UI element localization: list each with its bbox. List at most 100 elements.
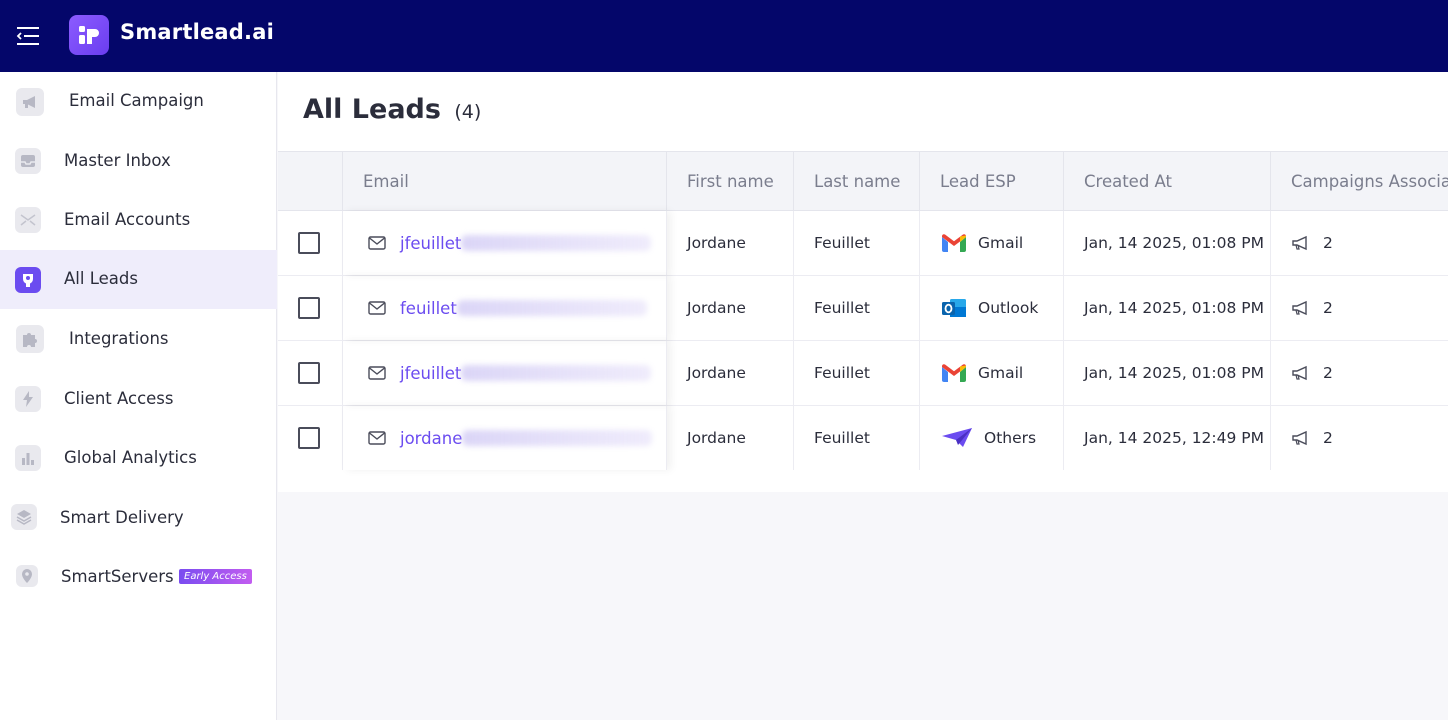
select-column-header: [278, 152, 343, 211]
megaphone-icon: [1292, 365, 1307, 381]
sidebar-item-label: Smart Delivery: [60, 508, 184, 527]
sidebar-item-global-analytics[interactable]: Global Analytics: [0, 428, 277, 487]
email-cell[interactable]: feuillet: [343, 276, 667, 340]
lead-esp-cell: Gmail: [920, 211, 1064, 275]
bar-chart-icon: [15, 445, 41, 471]
mail-icon: [368, 236, 386, 250]
last-name-cell: Feuillet: [794, 341, 920, 405]
sidebar-item-email-campaign[interactable]: Email Campaign: [0, 72, 277, 131]
lead-email[interactable]: jfeuillet: [400, 234, 461, 253]
top-bar: Smartlead.ai: [0, 0, 1448, 72]
select-cell: [278, 211, 343, 275]
sidebar-item-master-inbox[interactable]: Master Inbox: [0, 131, 277, 190]
paper-plane-icon: [940, 426, 974, 450]
email-cell[interactable]: jfeuillet: [343, 341, 667, 405]
sidebar: Email Campaign Master Inbox Email Accoun…: [0, 72, 277, 720]
sidebar-item-label: Client Access: [64, 389, 174, 408]
inbox-icon: [15, 148, 41, 174]
column-header-created-at[interactable]: Created At: [1064, 152, 1271, 211]
campaign-count: 2: [1323, 364, 1333, 382]
lead-esp-name: Others: [984, 429, 1037, 447]
table-row[interactable]: feuillet Jordane Feuillet Outlook Jan, 1…: [278, 276, 1448, 341]
table-row[interactable]: jfeuillet Jordane Feuillet Gmail Jan, 14…: [278, 211, 1448, 276]
lead-email[interactable]: jordane: [400, 429, 462, 448]
column-header-email[interactable]: Email: [343, 152, 667, 211]
campaigns-cell[interactable]: 2: [1271, 211, 1448, 275]
email-cell[interactable]: jordane: [343, 406, 667, 470]
menu-toggle-icon[interactable]: [15, 24, 41, 48]
location-pin-icon: [16, 565, 38, 587]
redacted-email-domain: [461, 235, 652, 251]
sidebar-item-integrations[interactable]: Integrations: [0, 309, 277, 368]
gmail-icon: [940, 231, 968, 255]
redacted-email-domain: [462, 430, 653, 446]
created-at-cell: Jan, 14 2025, 01:08 PM: [1064, 276, 1271, 340]
outlook-icon: [940, 296, 968, 320]
row-checkbox[interactable]: [298, 297, 320, 319]
app-name[interactable]: Smartlead.ai: [120, 20, 274, 44]
redacted-email-domain: [461, 365, 652, 381]
megaphone-icon: [16, 88, 44, 116]
leads-table: Email First name Last name Lead ESP Crea…: [278, 151, 1448, 492]
page-title-text: All Leads: [303, 94, 441, 125]
email-cell[interactable]: jfeuillet: [343, 211, 667, 275]
table-header: Email First name Last name Lead ESP Crea…: [278, 151, 1448, 211]
sidebar-item-all-leads[interactable]: All Leads: [0, 250, 277, 309]
select-cell: [278, 341, 343, 405]
email-accounts-icon: [15, 207, 41, 233]
megaphone-icon: [1292, 430, 1307, 446]
lead-count: (4): [454, 101, 482, 123]
sidebar-item-client-access[interactable]: Client Access: [0, 369, 277, 428]
column-header-campaigns[interactable]: Campaigns Associa: [1271, 152, 1448, 211]
column-header-last-name[interactable]: Last name: [794, 152, 920, 211]
campaigns-cell[interactable]: 2: [1271, 341, 1448, 405]
sidebar-item-label: Master Inbox: [64, 151, 171, 170]
column-header-first-name[interactable]: First name: [667, 152, 794, 211]
gmail-icon: [940, 361, 968, 385]
lead-esp-cell: Outlook: [920, 276, 1064, 340]
campaigns-cell[interactable]: 2: [1271, 406, 1448, 470]
mail-icon: [368, 301, 386, 315]
sidebar-item-label: Email Accounts: [64, 210, 191, 229]
row-checkbox[interactable]: [298, 427, 320, 449]
created-at-cell: Jan, 14 2025, 01:08 PM: [1064, 341, 1271, 405]
last-name-cell: Feuillet: [794, 276, 920, 340]
redacted-email-domain: [456, 300, 647, 316]
lead-email[interactable]: jfeuillet: [400, 364, 461, 383]
campaigns-cell[interactable]: 2: [1271, 276, 1448, 340]
early-access-badge: Early Access: [179, 569, 252, 584]
layers-icon: [11, 504, 37, 530]
sidebar-item-label: Integrations: [69, 329, 169, 348]
table-row[interactable]: jfeuillet Jordane Feuillet Gmail Jan, 14…: [278, 341, 1448, 406]
sidebar-item-smart-delivery[interactable]: Smart Delivery: [0, 488, 277, 547]
created-at-cell: Jan, 14 2025, 01:08 PM: [1064, 211, 1271, 275]
first-name-cell: Jordane: [667, 341, 794, 405]
mail-icon: [368, 366, 386, 380]
sidebar-item-label: Email Campaign: [69, 91, 204, 110]
created-at-cell: Jan, 14 2025, 12:49 PM: [1064, 406, 1271, 470]
logo-icon[interactable]: [69, 15, 109, 55]
first-name-cell: Jordane: [667, 276, 794, 340]
table-row[interactable]: jordane Jordane Feuillet Others Jan, 14 …: [278, 406, 1448, 471]
last-name-cell: Feuillet: [794, 211, 920, 275]
lead-email[interactable]: feuillet: [400, 299, 457, 318]
sidebar-item-label: SmartServers: [61, 567, 174, 586]
select-cell: [278, 276, 343, 340]
first-name-cell: Jordane: [667, 211, 794, 275]
campaign-count: 2: [1323, 429, 1333, 447]
row-checkbox[interactable]: [298, 362, 320, 384]
lead-esp-name: Gmail: [978, 234, 1024, 252]
lead-esp-name: Outlook: [978, 299, 1039, 317]
row-checkbox[interactable]: [298, 232, 320, 254]
puzzle-icon: [16, 325, 44, 353]
last-name-cell: Feuillet: [794, 406, 920, 470]
sidebar-item-label: All Leads: [64, 269, 138, 288]
mail-icon: [368, 431, 386, 445]
sidebar-item-email-accounts[interactable]: Email Accounts: [0, 190, 277, 249]
sidebar-item-smartservers[interactable]: SmartServers Early Access: [0, 547, 277, 606]
first-name-cell: Jordane: [667, 406, 794, 470]
column-header-lead-esp[interactable]: Lead ESP: [920, 152, 1064, 211]
page-title: All Leads (4): [303, 94, 481, 125]
megaphone-icon: [1292, 300, 1307, 316]
lead-esp-cell: Gmail: [920, 341, 1064, 405]
